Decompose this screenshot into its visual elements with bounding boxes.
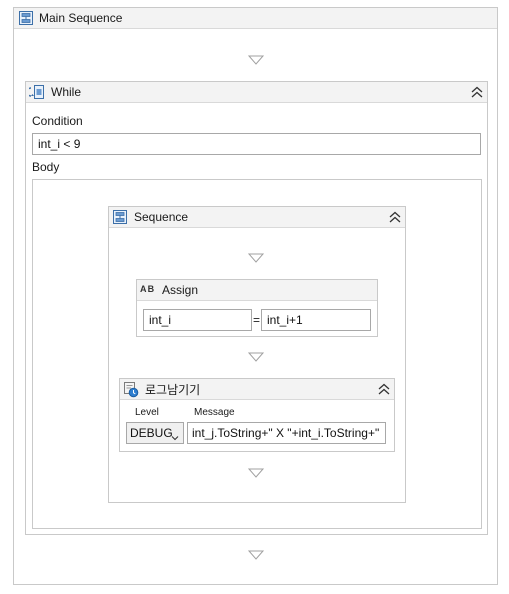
while-title: While — [51, 85, 82, 99]
assign-equals-sign: = — [253, 313, 261, 327]
sequence-icon — [18, 10, 34, 26]
assign-icon: A B — [140, 284, 154, 294]
while-body[interactable]: Sequence A B Assign int_i = int_i+1 로그남기… — [32, 179, 482, 529]
level-select[interactable]: DEBUG — [126, 422, 184, 444]
level-select-value: DEBUG — [130, 426, 173, 440]
sequence-activity[interactable]: Sequence A B Assign int_i = int_i+1 로그남기… — [108, 206, 406, 503]
log-message-title: 로그남기기 — [145, 383, 201, 397]
drop-target-arrow-icon[interactable] — [248, 55, 264, 65]
drop-target-arrow-icon[interactable] — [248, 468, 264, 478]
drop-target-arrow-icon[interactable] — [248, 550, 264, 560]
double-chevron-up-icon[interactable] — [470, 85, 484, 99]
log-message-icon — [123, 381, 139, 398]
level-label: Level — [135, 407, 159, 418]
double-chevron-up-icon[interactable] — [377, 382, 391, 396]
sequence-icon — [112, 209, 128, 225]
drop-target-arrow-icon[interactable] — [248, 352, 264, 362]
sequence-header[interactable]: Sequence — [109, 207, 405, 228]
assign-title: Assign — [162, 283, 199, 297]
assign-header[interactable]: A B Assign — [137, 280, 377, 301]
log-message-header[interactable]: 로그남기기 — [120, 379, 394, 400]
condition-label: Condition — [32, 114, 83, 128]
log-message-activity[interactable]: 로그남기기 Level Message DEBUG int_j.ToString… — [119, 378, 395, 452]
chevron-down-icon[interactable] — [171, 430, 179, 443]
message-label: Message — [194, 407, 235, 418]
while-icon — [29, 84, 45, 100]
while-activity[interactable]: While Condition int_i < 9 Body Sequence — [25, 81, 488, 535]
condition-input[interactable]: int_i < 9 — [32, 133, 481, 155]
double-chevron-up-icon[interactable] — [388, 210, 402, 224]
main-sequence-title: Main Sequence — [39, 11, 123, 25]
body-label: Body — [32, 160, 60, 174]
assign-activity[interactable]: A B Assign int_i = int_i+1 — [136, 279, 378, 337]
while-header[interactable]: While — [26, 82, 487, 103]
message-input[interactable]: int_j.ToString+" X "+int_i.ToString+" — [187, 422, 386, 444]
main-sequence-activity[interactable]: Main Sequence While Condition int_i < 9 … — [13, 7, 498, 585]
assign-target-input[interactable]: int_i — [143, 309, 252, 331]
assign-value-input[interactable]: int_i+1 — [261, 309, 371, 331]
main-sequence-header[interactable]: Main Sequence — [14, 8, 497, 29]
sequence-title: Sequence — [134, 210, 189, 224]
drop-target-arrow-icon[interactable] — [248, 253, 264, 263]
